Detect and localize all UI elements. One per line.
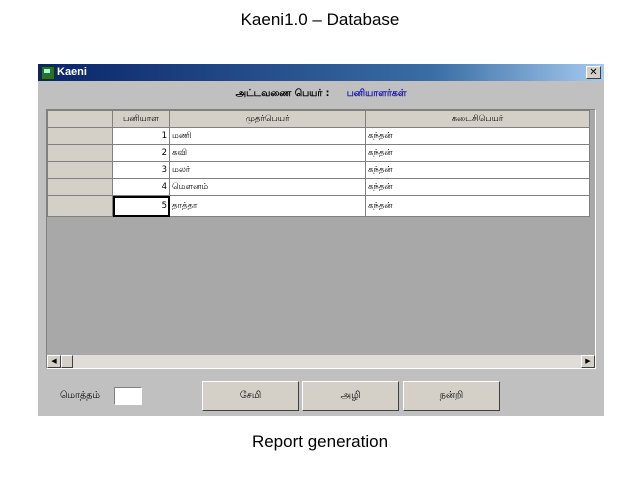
column-header-first-name[interactable]: முதர்பெயர் [169, 110, 366, 128]
scroll-right-icon[interactable]: ▶ [581, 355, 595, 368]
grid-table: பனியாள முதர்பெயர் கடைசிபெயர் 1 மணி கந்தன… [47, 110, 590, 217]
thanks-button[interactable]: நன்றி [403, 381, 500, 411]
cell-id[interactable]: 3 [112, 161, 170, 179]
cell-first-name[interactable]: மணி [169, 127, 366, 145]
cell-first-name[interactable]: மௌனம் [169, 178, 366, 196]
slide-title: Kaeni1.0 – Database [240, 10, 400, 29]
save-button[interactable]: சேமி [202, 381, 299, 411]
cell-first-name[interactable]: கவி [169, 144, 366, 162]
grid-header-row: பனியாள முதர்பெயர் கடைசிபெயர் [47, 110, 590, 128]
cell-id[interactable]: 4 [112, 178, 170, 196]
table-row[interactable]: 3 மலர் கந்தன் [47, 161, 590, 179]
delete-button[interactable]: அழி [302, 381, 399, 411]
cell-id[interactable]: 1 [112, 127, 170, 145]
table-row[interactable]: 2 கவி கந்தன் [47, 144, 590, 162]
total-label: மொத்தம் [60, 390, 101, 401]
app-window: Kaeni ✕ அட்டவணை பெயர் : பனியாளர்கள் பனிய… [38, 64, 604, 416]
table-name-row: அட்டவணை பெயர் : பனியாளர்கள் [38, 88, 604, 100]
row-indicator[interactable] [47, 195, 113, 217]
cell-last-name[interactable]: கந்தன் [365, 127, 590, 145]
window-title: Kaeni [57, 66, 87, 78]
table-row[interactable]: 4 மௌனம் கந்தன் [47, 178, 590, 196]
scroll-left-icon[interactable]: ◀ [47, 355, 61, 368]
cell-first-name[interactable]: மலர் [169, 161, 366, 179]
cell-last-name[interactable]: கந்தன் [365, 178, 590, 196]
row-indicator[interactable] [47, 127, 113, 145]
close-icon[interactable]: ✕ [586, 66, 601, 79]
table-row[interactable]: 1 மணி கந்தன் [47, 127, 590, 145]
scroll-thumb[interactable] [61, 355, 73, 368]
window-titlebar[interactable]: Kaeni ✕ [38, 64, 604, 81]
table-name-value: பனியாளர்கள் [346, 88, 407, 99]
column-header-last-name[interactable]: கடைசிபெயர் [365, 110, 590, 128]
row-indicator-header [47, 110, 113, 128]
cell-last-name[interactable]: கந்தன் [365, 195, 590, 217]
app-icon [41, 66, 55, 80]
cell-last-name[interactable]: கந்தன் [365, 144, 590, 162]
cell-first-name[interactable]: தாத்தா [169, 195, 366, 217]
row-indicator[interactable] [47, 178, 113, 196]
cell-id-selected[interactable]: 5 [112, 195, 170, 217]
horizontal-scrollbar[interactable]: ◀ ▶ [47, 355, 595, 368]
table-name-label: அட்டவணை பெயர் : [235, 88, 330, 99]
data-grid[interactable]: பனியாள முதர்பெயர் கடைசிபெயர் 1 மணி கந்தன… [46, 109, 596, 369]
row-indicator[interactable] [47, 161, 113, 179]
cell-id[interactable]: 2 [112, 144, 170, 162]
total-field[interactable] [114, 387, 142, 405]
table-row[interactable]: 5 தாத்தா கந்தன் [47, 195, 590, 217]
row-indicator[interactable] [47, 144, 113, 162]
cell-last-name[interactable]: கந்தன் [365, 161, 590, 179]
column-header-id[interactable]: பனியாள [112, 110, 170, 128]
slide-caption: Report generation [251, 432, 389, 451]
